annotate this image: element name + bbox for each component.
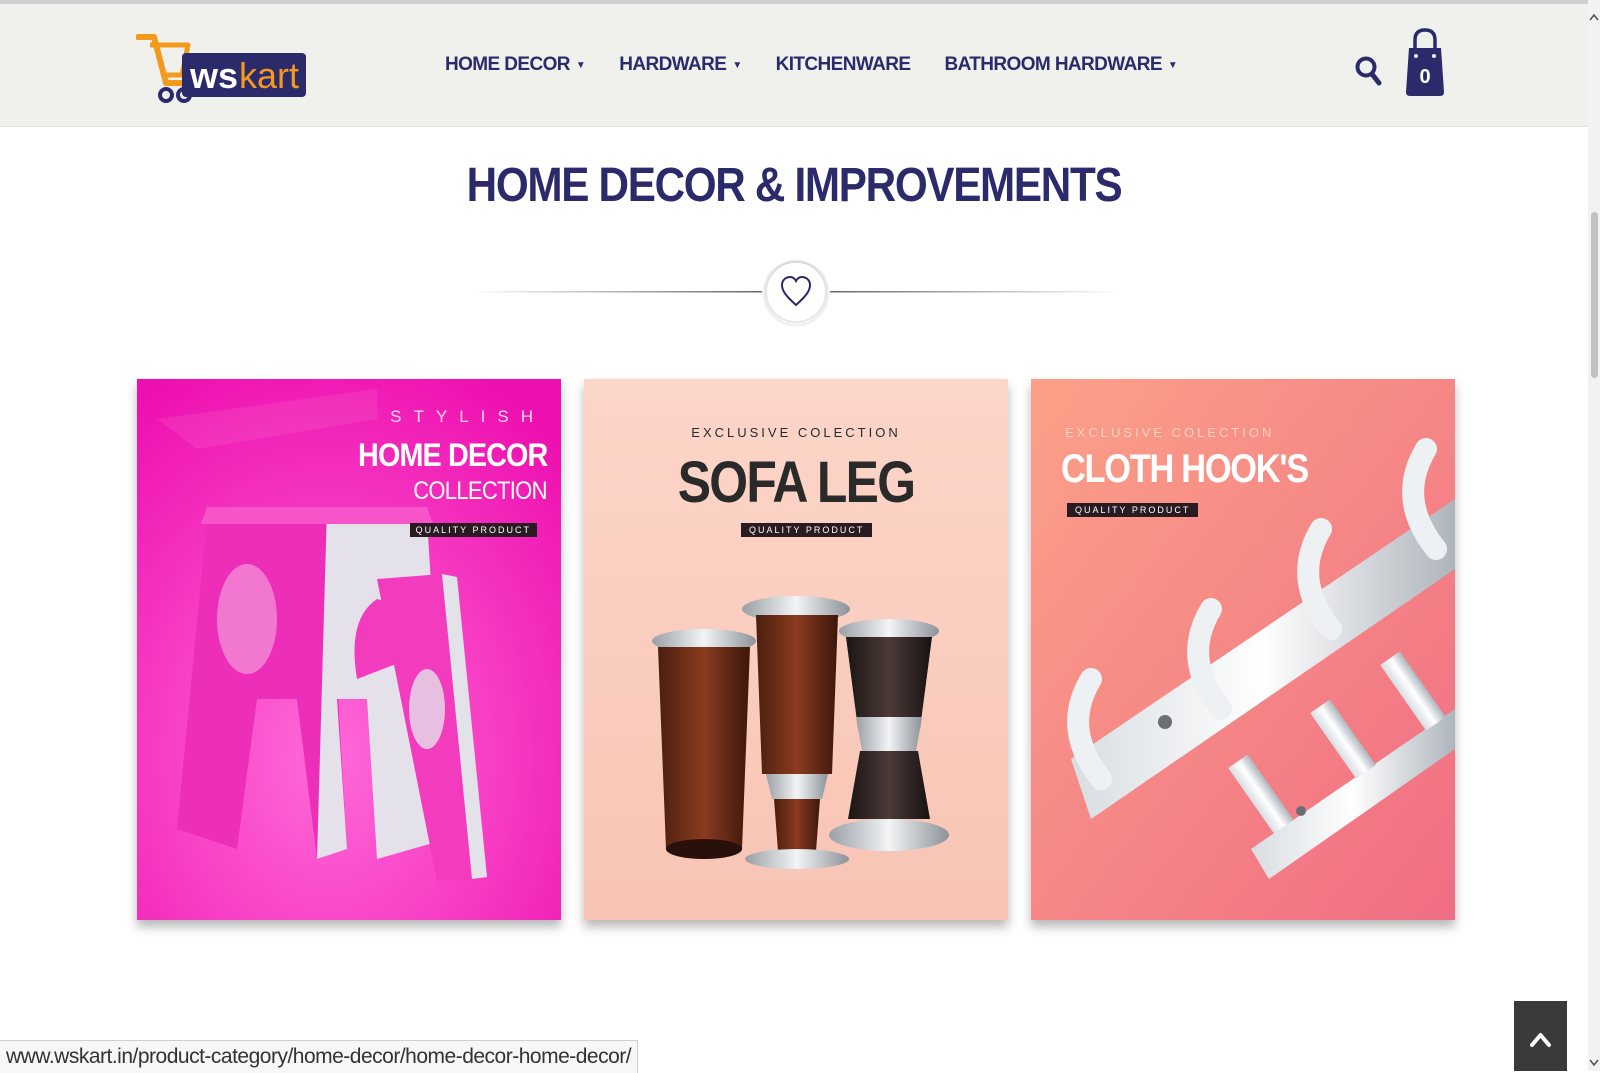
quality-badge: QUALITY PRODUCT	[409, 523, 537, 537]
nav-item-kitchenware[interactable]: KITCHENWARE	[776, 54, 911, 76]
card-kicker: EXCLUSIVE COLECTION	[691, 425, 901, 440]
card-kicker: STYLISH	[390, 407, 545, 426]
status-bar-url: www.wskart.in/product-category/home-deco…	[0, 1040, 639, 1073]
card-sofa-leg[interactable]: EXCLUSIVE COLECTION SOFA LEG QUALITY PRO…	[584, 379, 1008, 920]
section-title: HOME DECOR & IMPROVEMENTS	[466, 159, 1123, 212]
site-header: ws kart HOME DECOR ▼ HARDWARE ▼ KITCHENW…	[0, 4, 1588, 127]
caret-down-icon: ▼	[575, 59, 586, 71]
nav-item-bathroom-hardware[interactable]: BATHROOM HARDWARE ▼	[944, 54, 1177, 76]
nav-item-home-decor[interactable]: HOME DECOR ▼	[445, 54, 586, 76]
scrollbar-thumb[interactable]	[1591, 212, 1598, 378]
scroll-down-arrow-icon[interactable]	[1589, 1058, 1599, 1068]
card-home-decor[interactable]: STYLISH HOME DECOR COLLECTION QUALITY PR…	[137, 379, 561, 920]
shopping-bag-icon	[1406, 28, 1444, 96]
nav-item-label: BATHROOM HARDWARE	[944, 54, 1162, 75]
nav-item-label: KITCHENWARE	[775, 54, 911, 75]
card-title: CLOTH HOOK'S	[1061, 447, 1309, 491]
card-kicker: EXCLUSIVE COLECTION	[1065, 425, 1275, 440]
cart-button[interactable]: 0	[1405, 28, 1445, 100]
card-title: HOME DECOR	[357, 437, 548, 473]
quality-badge: QUALITY PRODUCT	[1067, 503, 1199, 517]
caret-down-icon: ▼	[732, 59, 742, 71]
nav-item-label: HOME DECOR	[445, 54, 571, 75]
card-subtitle: COLLECTION	[413, 477, 547, 505]
wskart-logo[interactable]: ws kart	[135, 31, 308, 107]
section-divider	[472, 244, 1120, 340]
chevron-up-icon	[1530, 1033, 1551, 1047]
main-nav: HOME DECOR ▼ HARDWARE ▼ KITCHENWARE BATH…	[445, 54, 1178, 76]
logo-kart-text: kart	[239, 55, 299, 96]
nav-item-hardware[interactable]: HARDWARE ▼	[619, 54, 742, 76]
search-icon	[1355, 56, 1382, 86]
page-scrollbar[interactable]	[1588, 0, 1600, 1071]
cart-count-badge: 0	[1419, 66, 1431, 88]
card-title: SOFA LEG	[677, 450, 916, 515]
caret-down-icon: ▼	[1167, 59, 1178, 71]
back-to-top-button[interactable]	[1514, 1001, 1567, 1071]
search-button[interactable]	[1354, 52, 1384, 90]
logo-ws-text: ws	[189, 55, 238, 96]
card-cloth-hooks[interactable]: EXCLUSIVE COLECTION CLOTH HOOK'S QUALITY…	[1031, 379, 1455, 920]
scroll-up-arrow-icon[interactable]	[1589, 12, 1599, 22]
quality-badge: QUALITY PRODUCT	[741, 523, 873, 537]
nav-item-label: HARDWARE	[619, 54, 727, 75]
